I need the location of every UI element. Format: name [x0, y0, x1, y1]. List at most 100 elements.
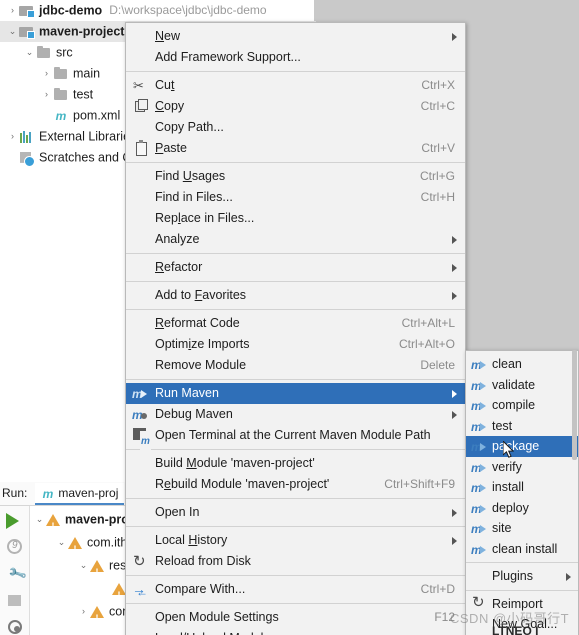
maven-icon: m	[55, 108, 67, 123]
menu-item-local-history[interactable]: Local History	[126, 530, 465, 551]
submenu-item-compile[interactable]: compile	[466, 395, 578, 417]
menu-item-reformat-code[interactable]: Reformat Code Ctrl+Alt+L	[126, 313, 465, 334]
menu-item-replace-in-files[interactable]: Replace in Files...	[126, 208, 465, 229]
submenu-item-install[interactable]: install	[466, 477, 578, 499]
tree-row-label: test	[73, 87, 94, 102]
submenu-arrow-icon	[566, 573, 571, 581]
ide-window: › jdbc-demo D:\workspace\jdbc\jdbc-demo ⌄ ma…	[0, 0, 579, 635]
tree-twisty[interactable]: .	[40, 105, 53, 126]
tree-twisty[interactable]: ›	[6, 126, 19, 147]
tree-twisty[interactable]: ›	[40, 63, 53, 84]
menu-item-find-in-files[interactable]: Find in Files... Ctrl+H	[126, 187, 465, 208]
menu-item-load-unload-modules[interactable]: Load/Unload Modules...	[126, 628, 465, 635]
submenu-item-clean[interactable]: clean	[466, 354, 578, 376]
rerun-icon[interactable]	[0, 533, 30, 560]
editor-scrollbar[interactable]	[572, 350, 577, 460]
run-tree-twisty[interactable]: .	[99, 577, 112, 600]
menu-item-shortcut: Ctrl+H	[420, 190, 455, 204]
menu-item-label: Add to Favorites	[155, 288, 247, 302]
menu-item-open-terminal-at-the-current-maven-module-path[interactable]: Open Terminal at the Current Maven Modul…	[126, 425, 465, 452]
menu-separator	[126, 253, 465, 254]
run-tree-twisty[interactable]: ⌄	[77, 554, 90, 577]
submenu-item-plugins[interactable]: Plugins	[466, 566, 578, 587]
menu-item-build-module-maven-project[interactable]: Build Module 'maven-project'	[126, 453, 465, 474]
menu-item-add-to-favorites[interactable]: Add to Favorites	[126, 285, 465, 306]
menu-item-run-maven[interactable]: Run Maven	[126, 383, 465, 405]
menu-item-rebuild-module-maven-project[interactable]: Rebuild Module 'maven-project' Ctrl+Shift…	[126, 474, 465, 495]
run-tree-twisty[interactable]: ›	[77, 600, 90, 623]
run-label: Run:	[2, 486, 28, 500]
submenu-item-label: verify	[492, 459, 522, 474]
run-icon[interactable]	[0, 506, 30, 533]
maven-goal-icon	[471, 478, 488, 499]
menu-item-shortcut: Ctrl+V	[421, 141, 455, 155]
menu-separator	[126, 575, 465, 576]
menu-item-label: Debug Maven	[155, 407, 233, 421]
menu-item-copy-path[interactable]: Copy Path...	[126, 117, 465, 138]
run-tab-label: maven-proj	[58, 486, 119, 500]
submenu-arrow-icon	[452, 509, 457, 517]
tree-twisty[interactable]: ›	[6, 0, 19, 21]
menu-item-debug-maven[interactable]: Debug Maven	[126, 404, 465, 426]
menu-item-new[interactable]: New	[126, 26, 465, 47]
tree-row-label: jdbc-demo	[39, 3, 103, 18]
cut-icon	[132, 75, 149, 96]
tree-row-label: src	[56, 45, 73, 60]
menu-item-label: New	[155, 29, 181, 43]
menu-item-label: Reformat Code	[155, 316, 240, 330]
menu-item-label: Paste	[155, 141, 187, 155]
menu-item-open-module-settings[interactable]: Open Module Settings F12	[126, 607, 465, 628]
submenu-item-label: clean install	[492, 541, 558, 556]
submenu-item-package[interactable]: package	[466, 436, 578, 458]
submenu-item-test[interactable]: test	[466, 416, 578, 438]
submenu-separator	[466, 562, 578, 563]
submenu-item-site[interactable]: site	[466, 518, 578, 540]
menu-item-label: Remove Module	[155, 358, 247, 372]
menu-item-shortcut: Ctrl+G	[419, 169, 455, 183]
run-tree-twisty[interactable]: ⌄	[55, 531, 68, 554]
run-tab[interactable]: m maven-proj	[35, 483, 125, 505]
tree-twisty[interactable]: ›	[40, 84, 53, 105]
overlay-label: LTNEO I	[492, 624, 539, 635]
menu-item-analyze[interactable]: Analyze	[126, 229, 465, 250]
tree-twisty[interactable]: ⌄	[23, 42, 36, 63]
menu-item-compare-with[interactable]: Compare With... Ctrl+D	[126, 579, 465, 603]
folder-icon	[53, 66, 69, 81]
menu-separator	[126, 162, 465, 163]
menu-item-refactor[interactable]: Refactor	[126, 257, 465, 278]
submenu-item-clean-install[interactable]: clean install	[466, 539, 578, 561]
menu-item-open-in[interactable]: Open In	[126, 502, 465, 523]
menu-item-reload-from-disk[interactable]: Reload from Disk	[126, 551, 465, 572]
menu-item-cut[interactable]: Cut Ctrl+X	[126, 75, 465, 96]
submenu-item-label: clean	[492, 357, 522, 371]
stop-icon[interactable]	[0, 587, 30, 614]
submenu-arrow-icon	[452, 390, 457, 398]
context-menu[interactable]: New Add Framework Support... Cut Ctrl+X Copy…	[125, 22, 466, 635]
run-tree-twisty[interactable]: ⌄	[33, 508, 46, 531]
submenu-item-validate[interactable]: validate	[466, 375, 578, 397]
menu-item-paste[interactable]: Paste Ctrl+V	[126, 138, 465, 159]
record-icon[interactable]	[0, 614, 30, 635]
menu-item-copy[interactable]: Copy Ctrl+C	[126, 96, 465, 117]
submenu-item-verify[interactable]: verify	[466, 457, 578, 479]
menu-item-find-usages[interactable]: Find Usages Ctrl+G	[126, 166, 465, 187]
menu-item-remove-module[interactable]: Remove Module Delete	[126, 355, 465, 376]
menu-item-shortcut: Ctrl+Alt+L	[401, 316, 455, 330]
menu-item-label: Build Module 'maven-project'	[155, 456, 315, 470]
tree-row-label: Scratches and C	[39, 150, 132, 165]
menu-item-label: Replace in Files...	[155, 211, 255, 225]
warning-icon	[46, 513, 60, 538]
tree-row-jdbc-demo[interactable]: › jdbc-demo D:\workspace\jdbc\jdbc-demo	[0, 0, 316, 21]
menu-item-label: Find in Files...	[155, 190, 233, 204]
tree-twisty[interactable]: ⌄	[6, 21, 19, 42]
menu-item-add-framework-support[interactable]: Add Framework Support...	[126, 47, 465, 68]
run-toolbar[interactable]: 🔧	[0, 506, 30, 635]
menu-item-optimize-imports[interactable]: Optimize Imports Ctrl+Alt+O	[126, 334, 465, 355]
settings-wrench-icon[interactable]: 🔧	[0, 560, 30, 587]
menu-separator	[126, 281, 465, 282]
library-icon	[19, 130, 35, 144]
tree-twisty[interactable]: .	[6, 147, 19, 168]
submenu-item-reimport[interactable]: Reimport	[466, 593, 578, 615]
submenu-item-deploy[interactable]: deploy	[466, 498, 578, 520]
run-maven-submenu[interactable]: clean validate compile test package verify ins…	[465, 350, 579, 635]
